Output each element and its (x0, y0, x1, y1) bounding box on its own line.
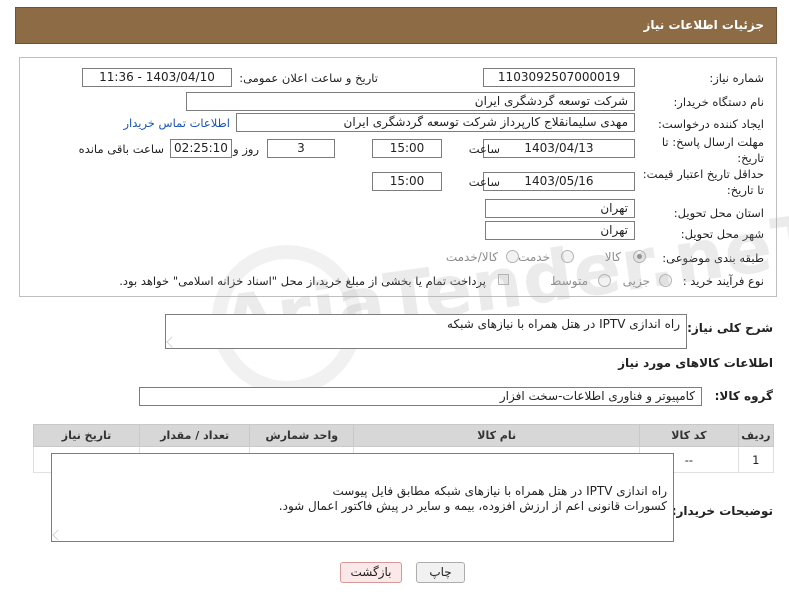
price-validity-time-field: 15:00 (372, 172, 442, 191)
category-label: طبقه بندی موضوعی: (662, 251, 764, 265)
buyer-contact-link[interactable]: اطلاعات تماس خریدار (123, 116, 230, 130)
creator-field: مهدی سلیمانقلاج کارپرداز شرکت توسعه گردش… (236, 113, 635, 132)
goods-group-field: کامپیوتر و فناوری اطلاعات-سخت افزار (139, 387, 702, 406)
col-unit: واحد شمارش (249, 424, 355, 447)
need-number-field: 1103092507000019 (483, 68, 635, 87)
col-goods-name: نام کالا (353, 424, 641, 447)
process-medium-label: متوسط (550, 274, 588, 288)
days-label: روز و (233, 142, 259, 156)
time-remaining-field: 02:25:10 (170, 139, 232, 158)
col-goods-code: کد کالا (639, 424, 739, 447)
page-title: جزئیات اطلاعات نیاز (643, 18, 764, 32)
process-partial-radio[interactable] (659, 274, 672, 287)
treasury-payment-note: پرداخت تمام یا بخشی از مبلغ خرید،از محل … (119, 274, 486, 288)
process-medium-radio[interactable] (598, 274, 611, 287)
goods-group-label: گروه کالا: (714, 389, 773, 403)
page-header: جزئیات اطلاعات نیاز (15, 7, 777, 44)
need-description-label: شرح کلی نیاز: (687, 321, 773, 335)
creator-label: ایجاد کننده درخواست: (658, 117, 764, 131)
category-goods-service-radio[interactable] (506, 250, 519, 263)
process-type-label: نوع فرآیند خرید : (682, 274, 764, 288)
need-description-text: راه اندازی IPTV در هتل همراه با نیازهای … (447, 317, 680, 331)
resize-grip-icon[interactable] (52, 529, 64, 541)
province-label: استان محل تحویل: (673, 206, 764, 220)
need-number-label: شماره نیاز: (709, 71, 764, 85)
deadline-label: مهلت ارسال پاسخ: تا تاریخ: (661, 135, 764, 165)
category-goods-label: کالا (604, 250, 621, 264)
col-need-date: تاریخ نیاز (32, 424, 141, 447)
buyer-notes-line-1: راه اندازی IPTV در هتل همراه با نیازهای … (332, 484, 667, 498)
buyer-notes-label: توضیحات خریدار: (671, 504, 773, 518)
buyer-notes-line-2: کسورات قانونی اعم از ارزش افزوده، بیمه و… (278, 499, 667, 513)
city-field: تهران (485, 221, 635, 240)
buyer-org-field: شرکت توسعه گردشگری ایران (186, 92, 635, 111)
announce-datetime-field: 1403/04/10 - 11:36 (82, 68, 232, 87)
col-row-number: ردیف (737, 424, 775, 447)
category-goods-service-label: کالا/خدمت (445, 250, 498, 264)
process-partial-label: جزیی (622, 274, 650, 288)
category-service-label: خدمت (518, 250, 550, 264)
category-goods-radio[interactable] (633, 250, 646, 263)
deadline-time-label: ساعت (468, 142, 500, 156)
buyer-org-label: نام دستگاه خریدار: (673, 95, 764, 109)
price-validity-time-label: ساعت (468, 175, 500, 189)
buyer-notes-field: راه اندازی IPTV در هتل همراه با نیازهای … (51, 453, 674, 542)
cell-row-number: 1 (737, 446, 775, 473)
goods-info-title: اطلاعات کالاهای مورد نیاز (618, 356, 773, 370)
time-remaining-label: ساعت باقی مانده (78, 142, 164, 156)
col-quantity: تعداد / مقدار (139, 424, 251, 447)
deadline-time-field: 15:00 (372, 139, 442, 158)
print-button[interactable]: چاپ (416, 562, 465, 583)
resize-grip-icon[interactable] (166, 336, 178, 348)
table-header-row: ردیف کد کالا نام کالا واحد شمارش تعداد /… (32, 424, 775, 447)
price-validity-label: حداقل تاریخ اعتبار قیمت: تا تاریخ: (642, 167, 764, 197)
deadline-date-field: 1403/04/13 (483, 139, 635, 158)
need-details-panel: شماره نیاز: 1103092507000019 تاریخ و ساع… (19, 57, 777, 297)
price-validity-date-field: 1403/05/16 (483, 172, 635, 191)
days-remaining-field: 3 (267, 139, 335, 158)
treasury-payment-checkbox[interactable] (498, 274, 509, 285)
need-description-field: راه اندازی IPTV در هتل همراه با نیازهای … (165, 314, 687, 349)
category-service-radio[interactable] (561, 250, 574, 263)
province-field: تهران (485, 199, 635, 218)
back-button[interactable]: بازگشت (340, 562, 402, 583)
city-label: شهر محل تحویل: (680, 227, 764, 241)
announce-datetime-label: تاریخ و ساعت اعلان عمومی: (239, 71, 378, 85)
